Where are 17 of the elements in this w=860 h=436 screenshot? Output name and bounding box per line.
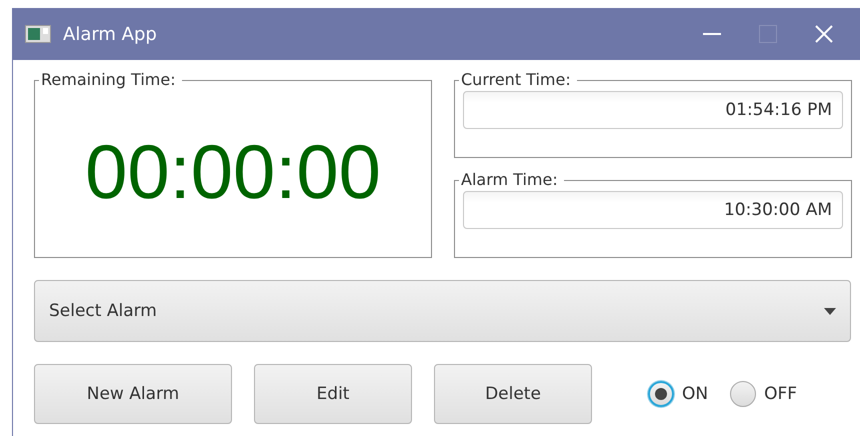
- countdown-display: 00:00:00: [85, 128, 381, 216]
- group-label: Remaining Time:: [39, 70, 182, 90]
- alarm-time-field[interactable]: 10:30:00 AM: [463, 191, 843, 229]
- action-button[interactable]: New Alarm: [34, 364, 232, 424]
- radio-label: ON: [682, 384, 708, 404]
- caret-icon: [824, 308, 836, 314]
- action-button[interactable]: Delete: [434, 364, 592, 424]
- alarm-dropdown[interactable]: Select Alarm: [34, 280, 851, 342]
- app-icon: [25, 25, 51, 43]
- action-button[interactable]: Edit: [254, 364, 412, 424]
- radio-button[interactable]: [648, 381, 674, 407]
- maximize-icon[interactable]: [759, 25, 777, 43]
- current-time-field[interactable]: 01:54:16 PM: [463, 91, 843, 129]
- window-title: Alarm App: [63, 24, 158, 44]
- radio-button[interactable]: [730, 381, 756, 407]
- radio-label: OFF: [764, 384, 798, 404]
- close-icon[interactable]: [814, 24, 834, 44]
